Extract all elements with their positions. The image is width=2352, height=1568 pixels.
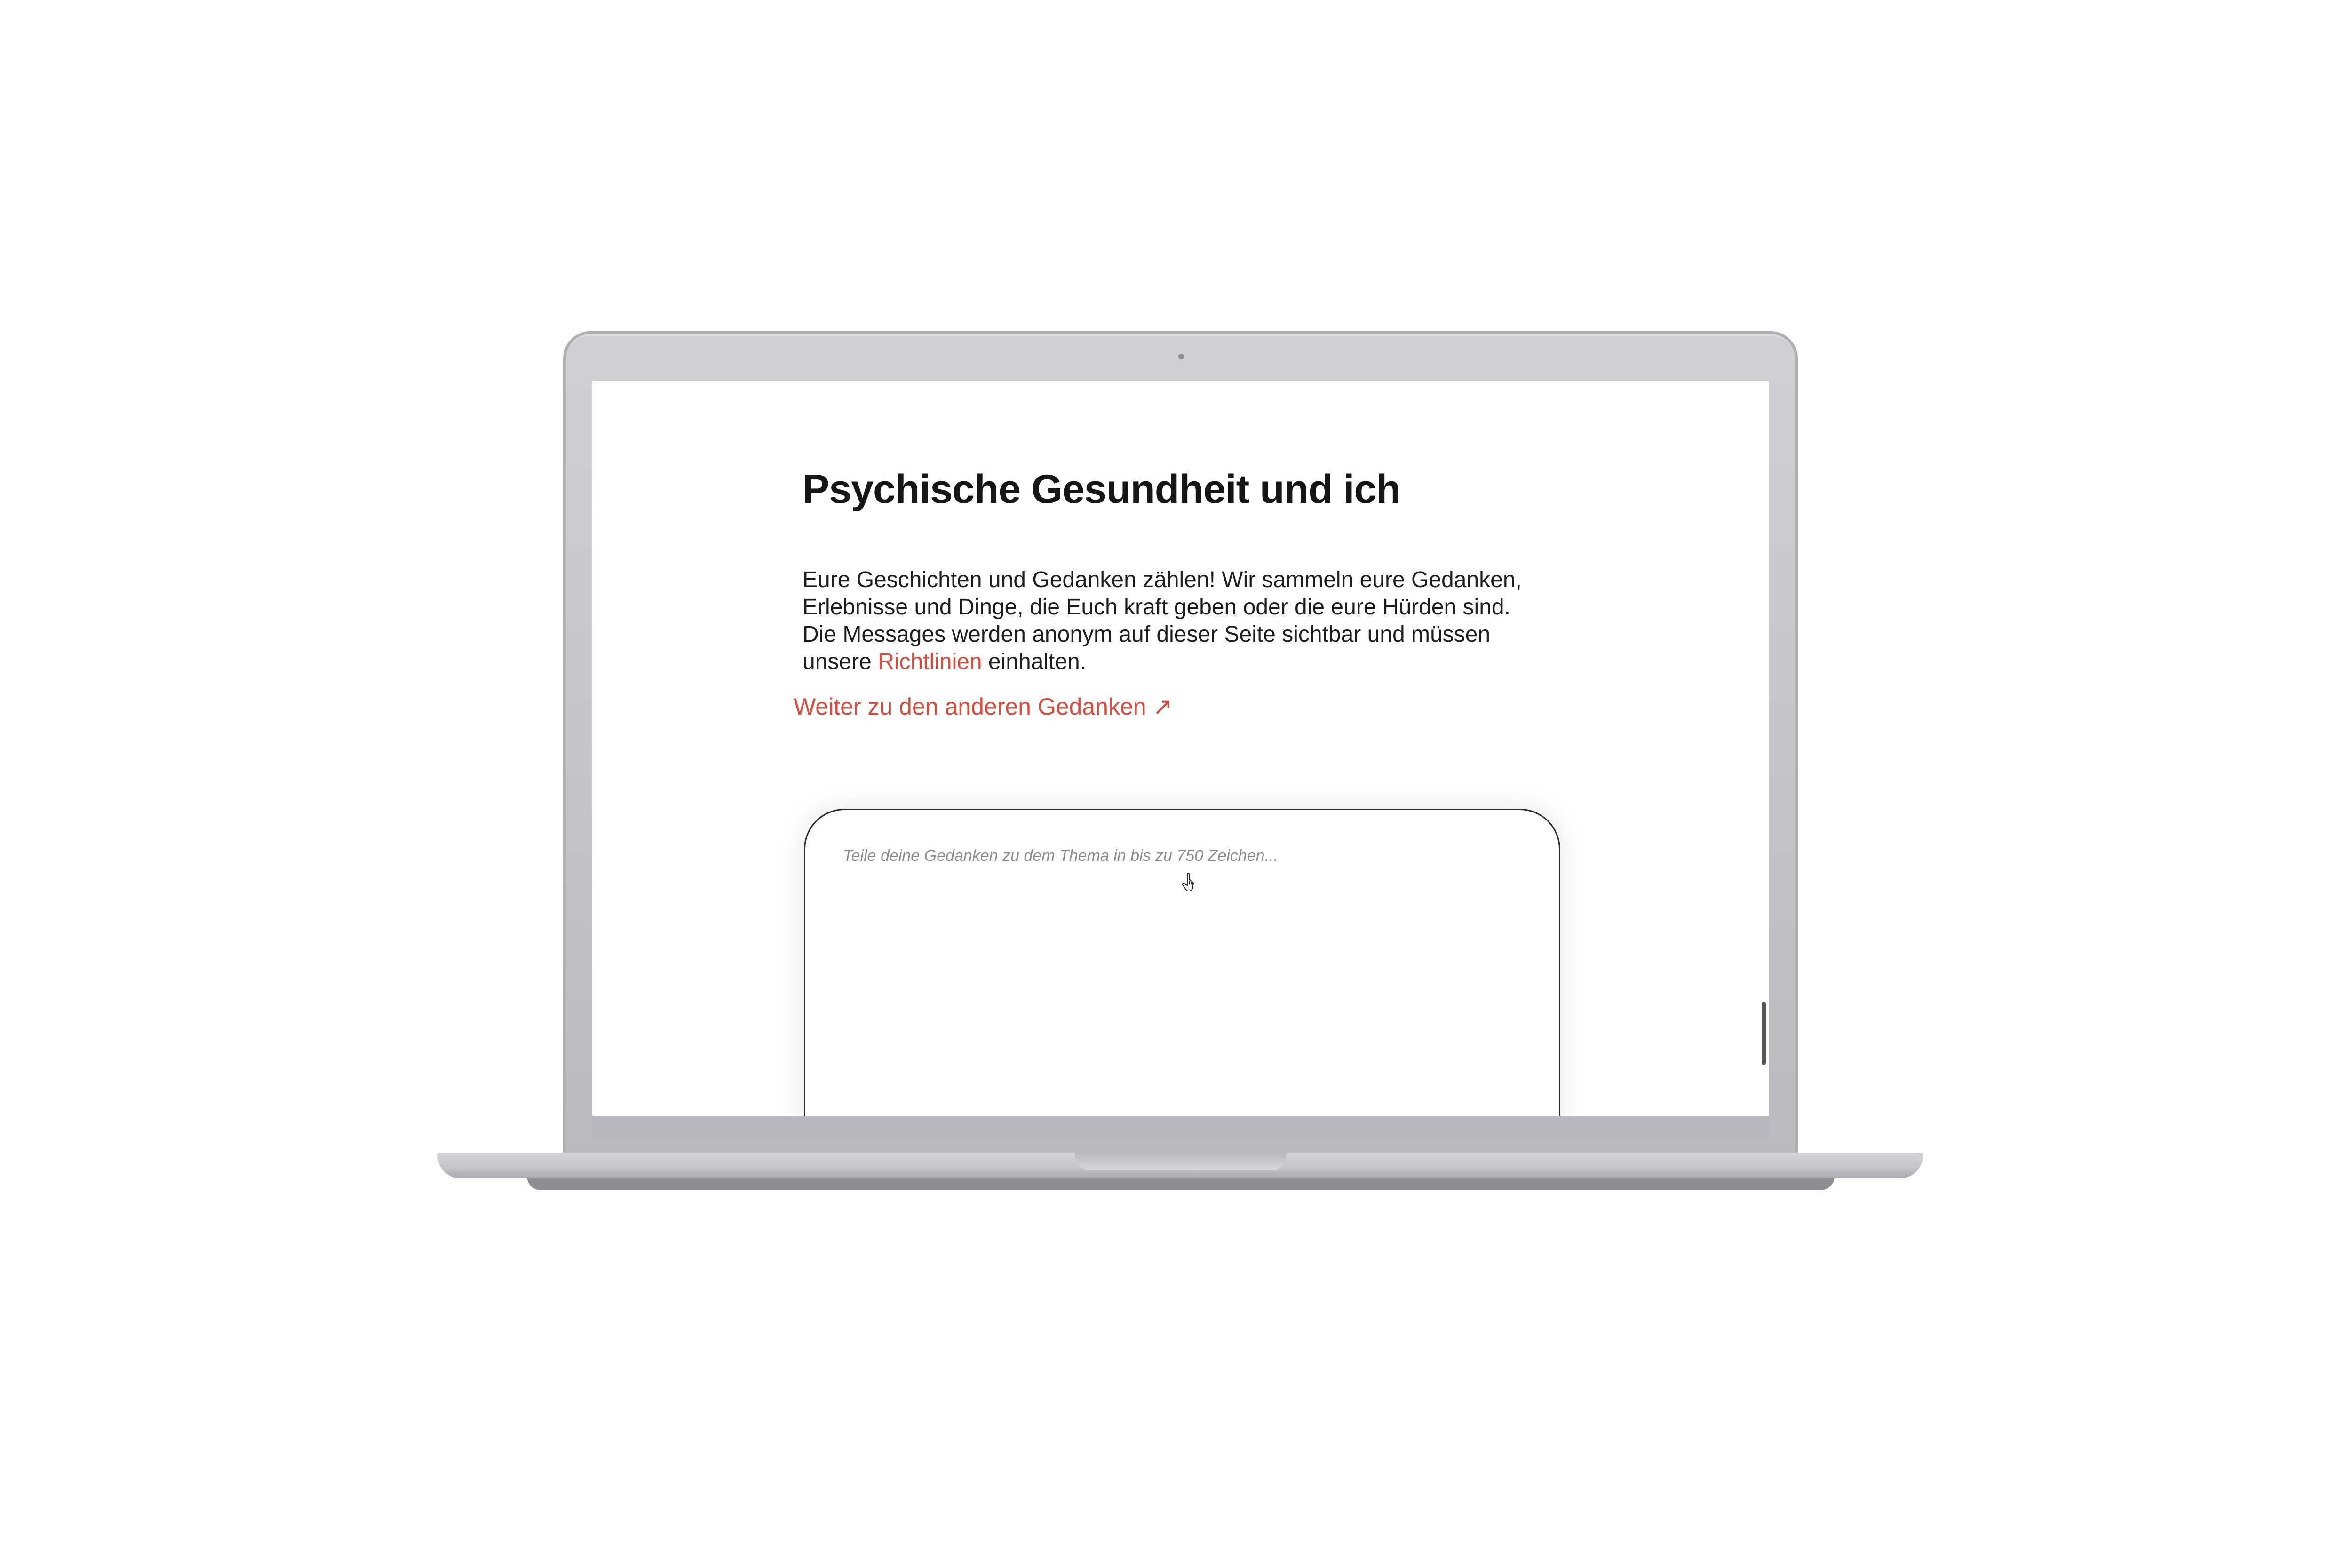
other-thoughts-link[interactable]: Weiter zu den anderen Gedanken ↗ bbox=[794, 693, 1173, 720]
intro-line-3: Die Messages werden anonym auf dieser Se… bbox=[803, 622, 1491, 647]
laptop-opening-notch bbox=[1075, 1153, 1287, 1170]
arrow-up-right-icon: ↗ bbox=[1152, 693, 1173, 720]
guidelines-link[interactable]: Richtlinien bbox=[878, 649, 982, 674]
thoughts-textarea[interactable]: Teile deine Gedanken zu dem Thema in bis… bbox=[804, 809, 1560, 1116]
intro-line-4-prefix: unsere bbox=[803, 649, 878, 674]
intro-line-2: Erlebnisse und Dinge, die Euch kraft geb… bbox=[803, 595, 1510, 620]
page-title: Psychische Gesundheit und ich bbox=[803, 467, 1401, 512]
laptop-screen: Psychische Gesundheit und ich Eure Gesch… bbox=[592, 381, 1769, 1116]
webcam bbox=[1178, 354, 1184, 359]
intro-line-4-suffix: einhalten. bbox=[982, 649, 1087, 674]
textarea-placeholder: Teile deine Gedanken zu dem Thema in bis… bbox=[843, 847, 1278, 865]
laptop-screen-bezel-bottom bbox=[592, 1116, 1769, 1139]
page-scrollbar[interactable] bbox=[1762, 1002, 1766, 1065]
hand-pointer-icon bbox=[1182, 873, 1194, 891]
mockup-stage: Psychische Gesundheit und ich Eure Gesch… bbox=[0, 0, 2352, 1568]
other-thoughts-link-label: Weiter zu den anderen Gedanken bbox=[794, 693, 1146, 720]
intro-line-4: unsere Richtlinien einhalten. bbox=[803, 648, 1555, 676]
intro-line-1: Eure Geschichten und Gedanken zählen! Wi… bbox=[803, 567, 1522, 592]
intro-text: Eure Geschichten und Gedanken zählen! Wi… bbox=[803, 566, 1555, 676]
